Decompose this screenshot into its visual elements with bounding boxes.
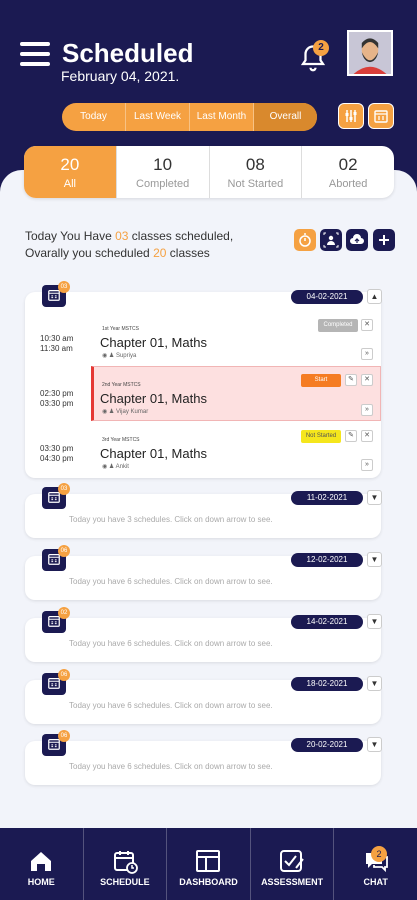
expand-button[interactable]: ▼ <box>367 552 382 567</box>
cloud-upload-icon <box>350 234 364 244</box>
page-title: Scheduled <box>62 38 194 68</box>
class-teacher: ◉ ♟ Ankit <box>102 464 129 470</box>
class-meta: 1st Year MSTCS <box>102 326 139 332</box>
class-meta: 2nd Year MSTCS <box>102 382 141 388</box>
nav-chat[interactable]: CHAT 2 <box>334 828 417 900</box>
date-pill: 18-02-2021 <box>291 677 363 691</box>
day-count-badge: 02 <box>58 607 70 619</box>
timer-button[interactable] <box>294 229 316 251</box>
home-icon <box>31 852 52 871</box>
class-meta: 3rd Year MSTCS <box>102 437 140 443</box>
date-pill: 04-02-2021 <box>291 290 363 304</box>
tab-today[interactable]: Today <box>62 103 126 131</box>
collapsed-summary: Today you have 6 schedules. Click on dow… <box>69 762 273 771</box>
day-count-badge: 03 <box>58 281 70 293</box>
bottom-nav: HOME SCHEDULE DASHBOARD ASSESSMENT CHAT … <box>0 828 417 900</box>
nav-home[interactable]: HOME <box>0 828 84 900</box>
day-count-badge: 06 <box>58 730 70 742</box>
assessment-icon <box>280 850 304 872</box>
filter-sliders-button[interactable] <box>338 103 364 129</box>
dashboard-icon <box>196 850 221 872</box>
day-count-badge: 06 <box>58 669 70 681</box>
edit-icon[interactable]: ✎ <box>345 374 357 386</box>
class-teacher: ◉ ♟ Vijay Kumar <box>102 409 149 415</box>
date-pill: 20-02-2021 <box>291 738 363 752</box>
expand-button[interactable]: ▼ <box>367 676 382 691</box>
tab-last-month[interactable]: Last Month <box>190 103 254 131</box>
expand-icon[interactable]: » <box>361 459 373 471</box>
class-title: Chapter 01, Maths <box>100 446 207 461</box>
stat-all[interactable]: 20 All <box>24 146 117 198</box>
collapsed-summary: Today you have 3 schedules. Click on dow… <box>69 515 273 524</box>
schedule-summary: Today You Have 03 classes scheduled, Ova… <box>25 229 234 260</box>
calendar-icon <box>374 110 388 123</box>
stopwatch-icon <box>299 233 311 247</box>
delete-icon[interactable]: ✕ <box>361 374 373 386</box>
users-icon <box>323 232 339 248</box>
edit-icon[interactable]: ✎ <box>345 430 357 442</box>
menu-icon[interactable] <box>20 42 50 66</box>
nav-assessment[interactable]: ASSESSMENT <box>251 828 335 900</box>
collapsed-summary: Today you have 6 schedules. Click on dow… <box>69 577 273 586</box>
notification-badge: 2 <box>313 40 329 56</box>
collapsed-summary: Today you have 6 schedules. Click on dow… <box>69 701 273 710</box>
class-time: 03:30 pm 04:30 pm <box>40 444 74 463</box>
collapsed-summary: Today you have 6 schedules. Click on dow… <box>69 639 273 648</box>
start-button[interactable]: Start <box>301 374 341 387</box>
stat-not-started[interactable]: 08 Not Started <box>210 146 303 198</box>
expand-button[interactable]: ▼ <box>367 490 382 505</box>
delete-icon[interactable]: ✕ <box>361 430 373 442</box>
collapse-button[interactable]: ▲ <box>367 289 382 304</box>
sliders-icon <box>345 110 357 122</box>
day-count-badge: 03 <box>58 483 70 495</box>
nav-schedule[interactable]: SCHEDULE <box>84 828 168 900</box>
class-time: 10:30 am 11:30 am <box>40 334 74 353</box>
stat-aborted[interactable]: 02 Aborted <box>302 146 394 198</box>
class-time: 02:30 pm 03:30 pm <box>40 389 74 408</box>
expand-button[interactable]: ▼ <box>367 737 382 752</box>
add-class-button[interactable] <box>373 229 395 251</box>
class-title: Chapter 01, Maths <box>100 335 207 350</box>
expand-icon[interactable]: » <box>361 348 373 360</box>
day-count-badge: 06 <box>58 545 70 557</box>
delete-icon[interactable]: ✕ <box>361 319 373 331</box>
tab-last-week[interactable]: Last Week <box>126 103 190 131</box>
expand-button[interactable]: ▼ <box>367 614 382 629</box>
upload-button[interactable] <box>346 229 368 251</box>
stat-completed[interactable]: 10 Completed <box>117 146 210 198</box>
nav-dashboard[interactable]: DASHBOARD <box>167 828 251 900</box>
chat-badge: 2 <box>370 846 387 862</box>
date-pill: 11-02-2021 <box>291 491 363 505</box>
calendar-view-button[interactable] <box>368 103 394 129</box>
status-badge-completed: Completed <box>318 319 358 332</box>
period-filter: Today Last Week Last Month Overall <box>62 103 317 131</box>
status-badge-not-started: Not Started <box>301 430 341 443</box>
stats-bar: 20 All 10 Completed 08 Not Started 02 Ab… <box>24 146 394 198</box>
group-button[interactable] <box>320 229 342 251</box>
plus-icon <box>379 235 389 245</box>
tab-overall[interactable]: Overall <box>254 103 317 131</box>
date-pill: 12-02-2021 <box>291 553 363 567</box>
avatar[interactable] <box>347 30 393 76</box>
class-title: Chapter 01, Maths <box>100 391 207 406</box>
expand-icon[interactable]: » <box>361 404 373 416</box>
schedule-icon <box>113 851 138 874</box>
date-pill: 14-02-2021 <box>291 615 363 629</box>
page-date: February 04, 2021. <box>61 68 180 84</box>
class-teacher: ◉ ♟ Supriya <box>102 353 137 359</box>
